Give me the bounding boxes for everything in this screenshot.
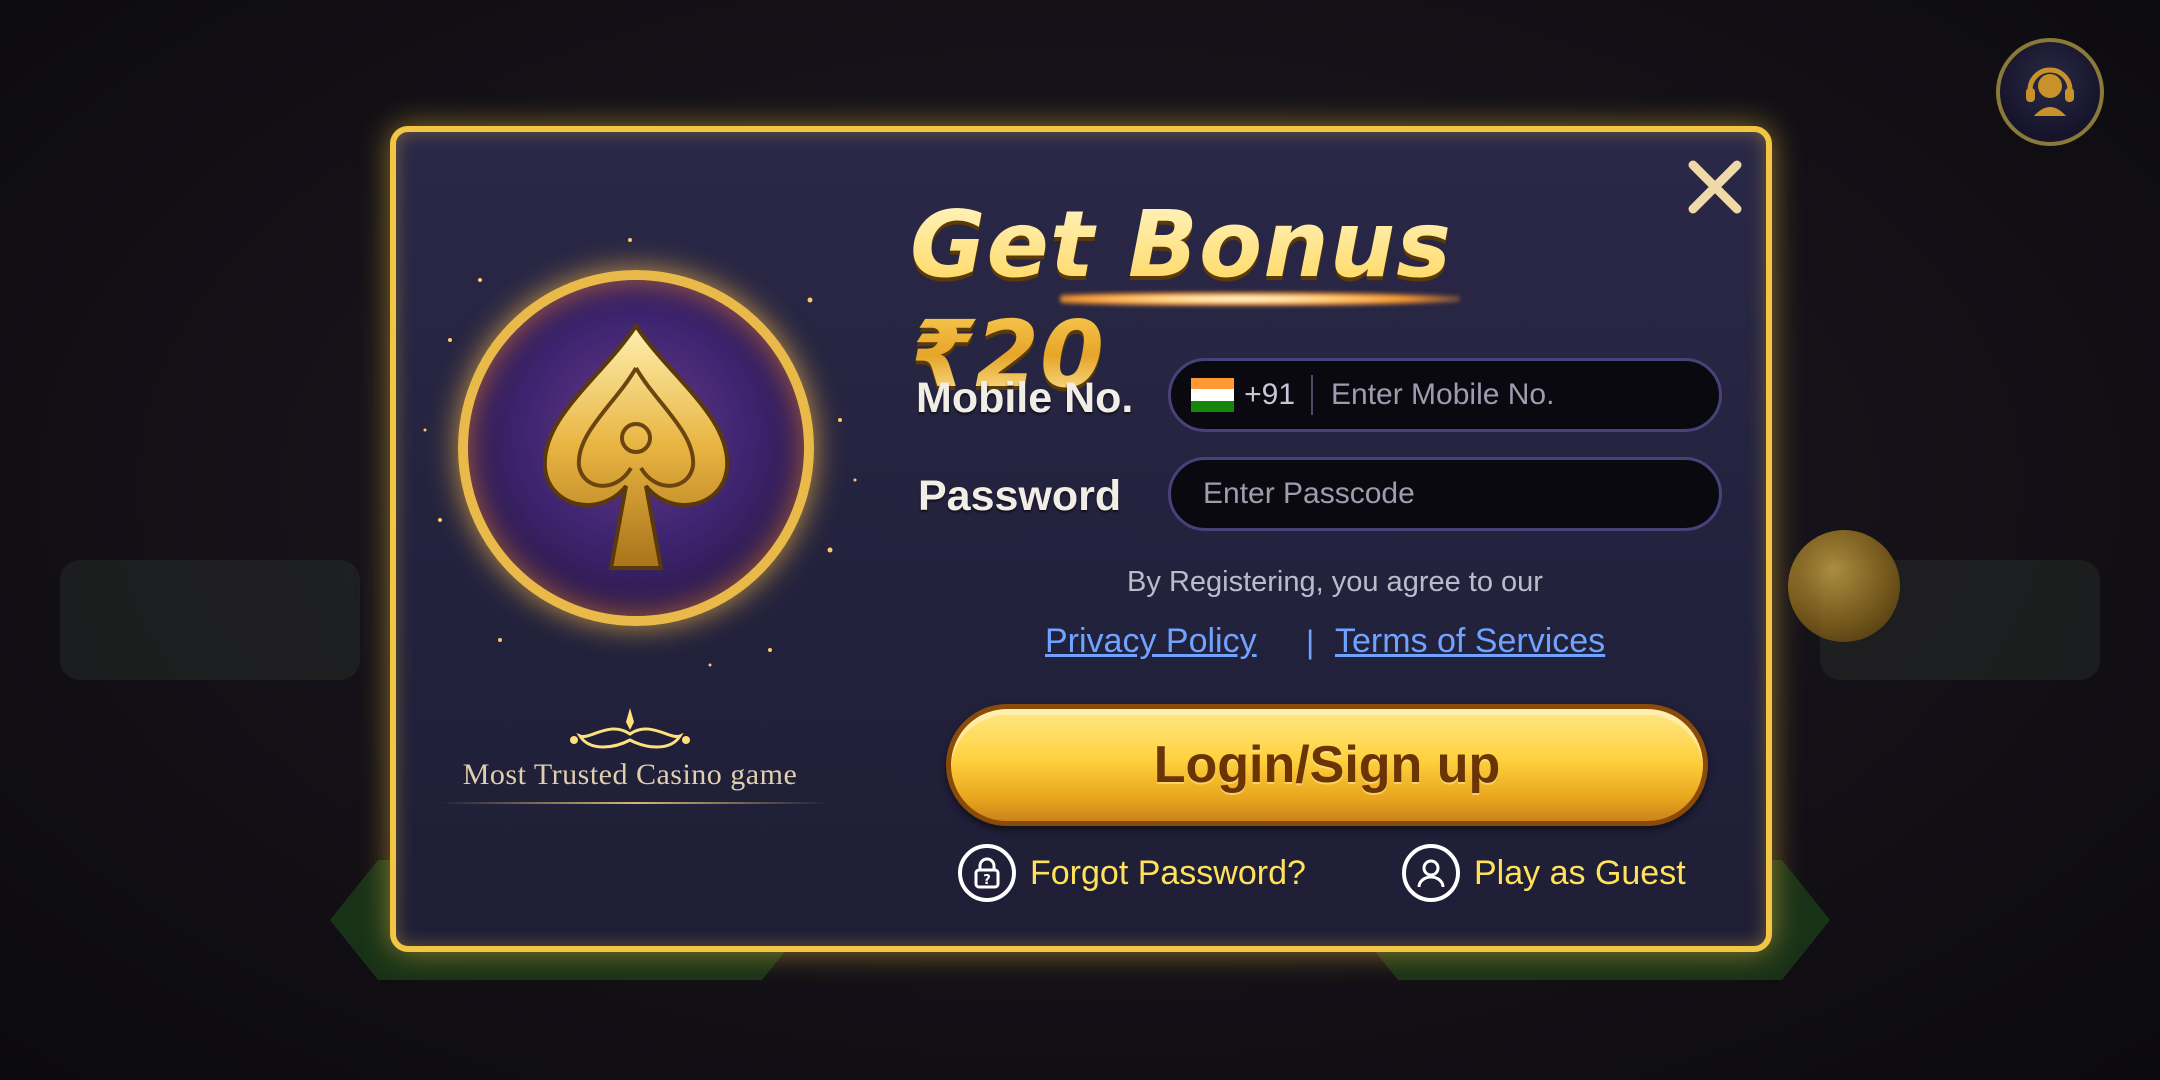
svg-text:?: ? xyxy=(983,873,991,888)
forgot-password-label: Forgot Password? xyxy=(1030,853,1306,892)
headset-icon xyxy=(2026,67,2074,116)
agree-text: By Registering, you agree to our xyxy=(1127,566,1543,598)
mobile-label: Mobile No. xyxy=(916,374,1134,422)
background-table-left xyxy=(60,560,360,680)
background-casino-chip xyxy=(1788,530,1900,642)
terms-of-services-link[interactable]: Terms of Services xyxy=(1335,622,1605,661)
lock-question-icon: ? xyxy=(958,844,1016,902)
password-label: Password xyxy=(918,472,1122,520)
support-button[interactable] xyxy=(1996,38,2104,146)
tagline: Most Trusted Casino game xyxy=(462,758,798,791)
play-as-guest-link[interactable]: Play as Guest xyxy=(1402,844,1686,902)
login-signup-button[interactable]: Login/Sign up xyxy=(946,704,1708,826)
password-input[interactable] xyxy=(1201,463,1719,525)
close-button[interactable] xyxy=(1680,152,1750,222)
close-icon xyxy=(1688,160,1742,214)
forgot-password-link[interactable]: ? Forgot Password? xyxy=(958,844,1306,902)
title-flare-decoration xyxy=(1060,292,1460,306)
privacy-policy-link[interactable]: Privacy Policy xyxy=(1045,622,1257,661)
spade-emblem xyxy=(458,270,814,626)
link-separator: | xyxy=(1306,624,1315,660)
login-signup-label: Login/Sign up xyxy=(1153,736,1501,794)
mobile-input[interactable] xyxy=(1329,364,1719,426)
tagline-divider xyxy=(440,802,830,804)
mobile-field: +91 xyxy=(1168,358,1722,432)
user-icon xyxy=(1402,844,1460,902)
country-code[interactable]: +91 xyxy=(1244,375,1313,415)
play-as-guest-label: Play as Guest xyxy=(1474,853,1686,892)
password-field xyxy=(1168,457,1722,531)
spade-emblem-icon xyxy=(542,322,730,570)
india-flag-icon xyxy=(1191,378,1235,412)
ornament-decoration xyxy=(570,708,690,749)
